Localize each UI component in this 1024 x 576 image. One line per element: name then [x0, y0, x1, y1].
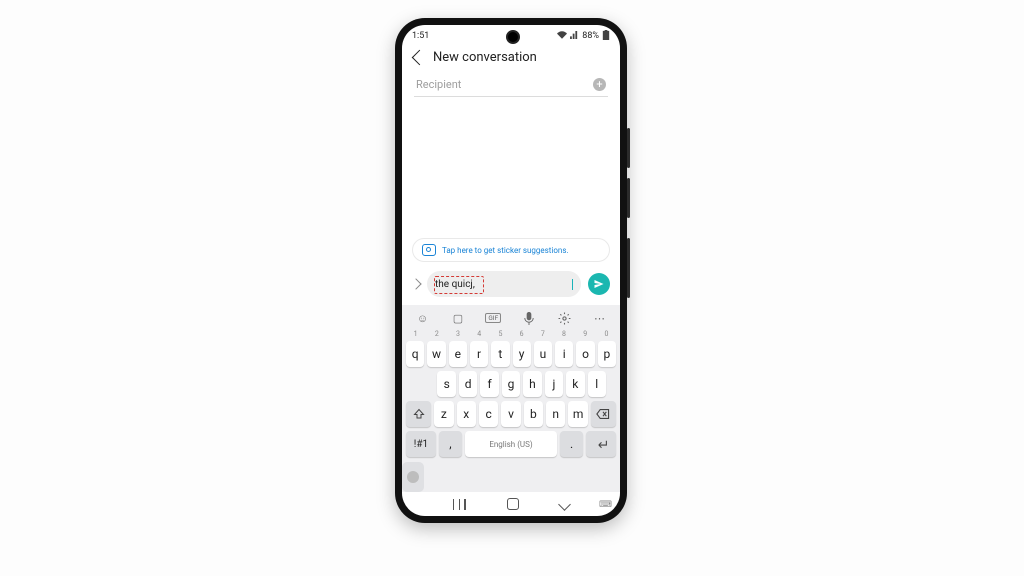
compose-row: the quicj,: [402, 267, 620, 305]
page-title: New conversation: [433, 50, 537, 65]
key-f[interactable]: f: [480, 371, 498, 397]
home-button[interactable]: [507, 498, 519, 510]
keyboard: ☺ ▢ GIF ⋯ 1 2 3 4 5 6: [402, 305, 620, 492]
send-button[interactable]: [588, 273, 610, 295]
power-button: [627, 238, 630, 298]
message-input[interactable]: the quicj,: [435, 279, 571, 290]
key-v[interactable]: v: [501, 401, 520, 427]
conversation-area: [402, 97, 620, 238]
key-u[interactable]: u: [534, 341, 552, 367]
recipient-field[interactable]: Recipient: [416, 78, 593, 91]
number-hint-row: 1 2 3 4 5 6 7 8 9 0: [402, 329, 620, 339]
expand-icon[interactable]: [410, 278, 421, 289]
recents-button[interactable]: [453, 499, 466, 510]
key-row-3: z x c v b n m: [402, 399, 620, 429]
nav-back-button[interactable]: [558, 498, 571, 511]
voice-icon[interactable]: [520, 311, 537, 325]
sticker-icon: [422, 244, 436, 256]
sticker-tool-icon[interactable]: ▢: [449, 311, 466, 325]
key-n[interactable]: n: [546, 401, 565, 427]
text-cursor: [572, 279, 573, 290]
screen: 1:51 88% New conversation: [402, 25, 620, 516]
sticker-suggestion-bar[interactable]: Tap here to get sticker suggestions.: [412, 238, 610, 262]
key-row-1: q w e r t y u i o p: [402, 339, 620, 369]
key-l[interactable]: l: [588, 371, 606, 397]
volume-down-button: [627, 178, 630, 218]
key-r[interactable]: r: [470, 341, 488, 367]
recipient-row: Recipient +: [414, 73, 608, 97]
key-t[interactable]: t: [491, 341, 509, 367]
key-g[interactable]: g: [502, 371, 520, 397]
back-icon[interactable]: [412, 50, 428, 66]
emoji-icon[interactable]: ☺: [414, 311, 431, 325]
volume-up-button: [627, 128, 630, 168]
key-z[interactable]: z: [434, 401, 453, 427]
keyboard-toolbar: ☺ ▢ GIF ⋯: [402, 311, 620, 329]
key-row-4: !#1 , English (US) .: [402, 429, 620, 462]
key-w[interactable]: w: [427, 341, 445, 367]
more-icon[interactable]: ⋯: [591, 311, 608, 325]
key-p[interactable]: p: [598, 341, 616, 367]
key-x[interactable]: x: [457, 401, 476, 427]
clock: 1:51: [412, 31, 429, 41]
key-o[interactable]: o: [576, 341, 594, 367]
battery-percent: 88%: [582, 31, 599, 41]
key-d[interactable]: d: [459, 371, 477, 397]
key-b[interactable]: b: [524, 401, 543, 427]
period-key[interactable]: .: [560, 431, 583, 457]
key-k[interactable]: k: [566, 371, 584, 397]
shift-icon: [413, 408, 425, 420]
key-h[interactable]: h: [523, 371, 541, 397]
comma-key[interactable]: ,: [439, 431, 462, 457]
key-row-2: a s d f g h j k l: [402, 369, 620, 399]
add-recipient-button[interactable]: +: [593, 78, 606, 91]
key-i[interactable]: i: [555, 341, 573, 367]
key-c[interactable]: c: [479, 401, 498, 427]
key-m[interactable]: m: [568, 401, 587, 427]
symbols-key[interactable]: !#1: [406, 431, 436, 457]
enter-key[interactable]: [586, 431, 616, 457]
touch-indicator: [407, 471, 419, 483]
send-icon: [593, 278, 605, 290]
front-camera: [506, 30, 520, 44]
sticker-suggestion-text: Tap here to get sticker suggestions.: [442, 246, 569, 255]
nav-bar: ⌨: [402, 492, 620, 516]
space-key[interactable]: English (US): [465, 431, 557, 457]
key-q[interactable]: q: [406, 341, 424, 367]
enter-icon: [595, 439, 608, 450]
wifi-icon: [557, 31, 567, 42]
backspace-key[interactable]: [591, 401, 616, 427]
phone-frame: 1:51 88% New conversation: [395, 18, 627, 523]
message-input-pill[interactable]: the quicj,: [427, 271, 581, 297]
settings-icon[interactable]: [556, 311, 573, 325]
key-s[interactable]: s: [437, 371, 455, 397]
shift-key[interactable]: [406, 401, 431, 427]
battery-icon: [602, 30, 610, 43]
keyboard-switch-icon[interactable]: ⌨: [599, 500, 612, 510]
app-header: New conversation: [402, 47, 620, 71]
key-j[interactable]: j: [545, 371, 563, 397]
key-y[interactable]: y: [513, 341, 531, 367]
key-a-pressed[interactable]: [402, 462, 424, 492]
key-e[interactable]: e: [449, 341, 467, 367]
backspace-icon: [596, 409, 610, 419]
signal-icon: [570, 31, 579, 42]
gif-icon[interactable]: GIF: [485, 311, 502, 325]
